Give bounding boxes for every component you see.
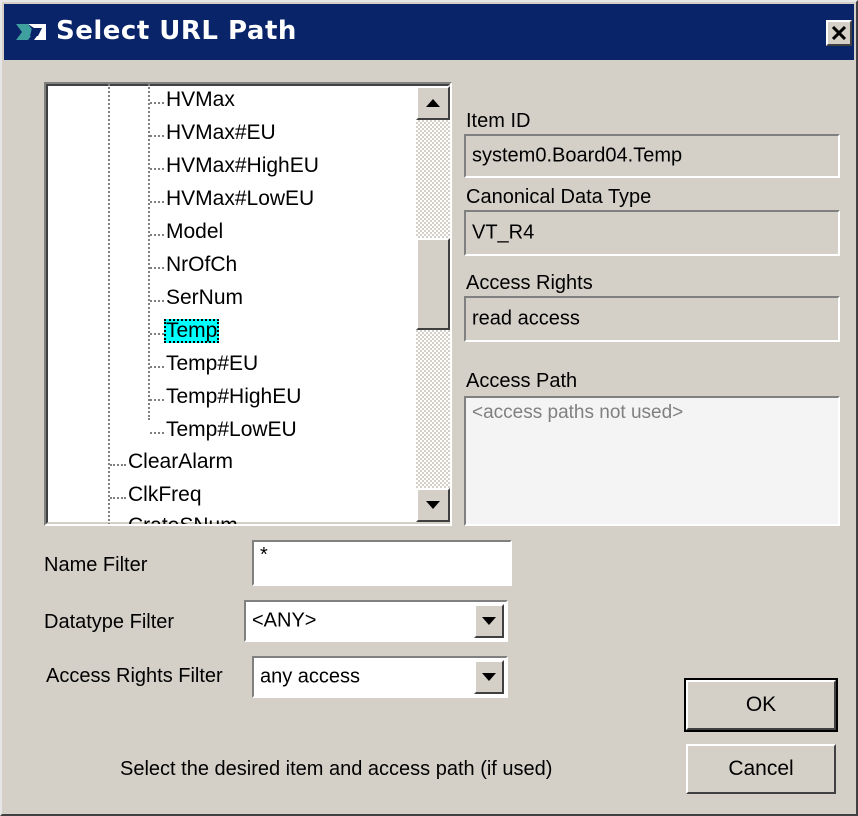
item-id-value: system0.Board04.Temp <box>472 144 683 167</box>
access-rights-filter-label: Access Rights Filter <box>46 665 223 687</box>
tree-item[interactable]: HVMax#HighEU <box>166 154 319 178</box>
tree-item[interactable]: HVMax <box>166 88 235 112</box>
chevron-down-icon <box>482 673 496 681</box>
datatype-filter-combo[interactable]: <ANY> <box>244 600 508 642</box>
chevron-down-icon <box>482 617 496 625</box>
access-rights-filter-combo[interactable]: any access <box>252 656 508 698</box>
tree-item[interactable]: Model <box>166 220 223 244</box>
select-url-path-dialog: Select URL Path HVMax HVMax#EU HVMax#Hig… <box>0 0 858 816</box>
title-bar[interactable]: Select URL Path <box>4 4 854 60</box>
tree-item[interactable]: Temp#LowEU <box>166 418 297 442</box>
arrow-up-icon <box>426 99 440 107</box>
tree-scrollbar[interactable] <box>416 86 450 522</box>
tree-item[interactable]: NrOfCh <box>166 253 237 277</box>
datatype-field: VT_R4 <box>464 210 840 256</box>
app-icon <box>14 20 48 44</box>
access-rights-label: Access Rights <box>466 272 593 294</box>
datatype-filter-value: <ANY> <box>252 609 317 632</box>
hint-text: Select the desired item and access path … <box>120 758 553 780</box>
datatype-label: Canonical Data Type <box>466 186 652 208</box>
tree-item[interactable]: Temp#EU <box>166 352 258 376</box>
access-path-list[interactable]: <access paths not used> <box>464 396 840 526</box>
tree-line <box>108 84 110 524</box>
arrow-down-icon <box>426 501 440 509</box>
scroll-thumb[interactable] <box>416 238 450 330</box>
close-icon <box>832 26 846 40</box>
tree-item[interactable]: Temp#HighEU <box>166 385 301 409</box>
datatype-value: VT_R4 <box>472 221 535 244</box>
cancel-button[interactable]: Cancel <box>686 744 836 794</box>
item-id-field: system0.Board04.Temp <box>464 134 840 178</box>
access-path-label: Access Path <box>466 370 578 392</box>
item-tree-view[interactable]: HVMax HVMax#EU HVMax#HighEU HVMax#LowEU … <box>44 82 452 526</box>
name-filter-input[interactable]: * <box>252 540 512 586</box>
datatype-filter-label: Datatype Filter <box>44 611 175 633</box>
access-rights-filter-value: any access <box>260 665 361 688</box>
item-id-label: Item ID <box>466 110 531 132</box>
access-rights-dropdown-button[interactable] <box>474 660 504 694</box>
window-title: Select URL Path <box>56 16 297 46</box>
tree-item[interactable]: CrateSNum <box>128 514 238 524</box>
name-filter-value: * <box>260 544 268 566</box>
access-rights-value: read access <box>472 307 580 330</box>
tree-item[interactable]: ClearAlarm <box>128 450 233 474</box>
datatype-dropdown-button[interactable] <box>474 604 504 638</box>
access-rights-field: read access <box>464 296 840 342</box>
scroll-up-button[interactable] <box>416 86 450 120</box>
tree-item-selected[interactable]: Temp <box>164 319 220 343</box>
tree-item[interactable]: HVMax#LowEU <box>166 187 314 211</box>
ok-button[interactable]: OK <box>684 678 838 732</box>
tree-item[interactable]: SerNum <box>166 286 243 310</box>
scroll-down-button[interactable] <box>416 488 450 522</box>
name-filter-label: Name Filter <box>44 554 148 576</box>
tree-item[interactable]: HVMax#EU <box>166 121 276 145</box>
close-button[interactable] <box>826 20 852 46</box>
access-path-placeholder: <access paths not used> <box>472 402 684 423</box>
tree-item[interactable]: ClkFreq <box>128 483 202 507</box>
